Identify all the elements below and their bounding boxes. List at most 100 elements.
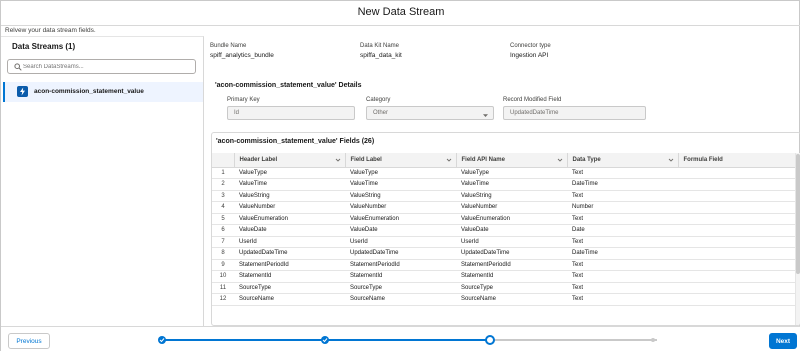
row-number-cell: 9 <box>212 259 234 271</box>
field-api-name-cell: UserId <box>456 236 567 248</box>
primary-key-field[interactable]: Id <box>227 106 355 120</box>
search-box[interactable] <box>7 59 196 74</box>
table-row[interactable]: 11 SourceType SourceType SourceType Text <box>212 282 797 294</box>
check-icon <box>159 338 165 343</box>
field-api-name-cell: SourceName <box>456 293 567 306</box>
chevron-down-icon[interactable] <box>446 157 452 163</box>
field-api-name-cell: UpdatedDateTime <box>456 247 567 260</box>
column-header-field-label[interactable]: Field Label <box>345 153 457 168</box>
column-header-formula-field[interactable]: Formula Field <box>678 153 798 168</box>
header-label-cell: SourceType <box>234 282 345 294</box>
table-row[interactable]: 12 SourceName SourceName SourceName Text <box>212 293 797 306</box>
field-label-cell: ValueNumber <box>345 201 456 214</box>
field-label-cell: SourceName <box>345 293 456 306</box>
data-type-cell: Text <box>567 213 678 225</box>
field-label-cell: SourceType <box>345 282 456 294</box>
lightning-bolt-icon <box>17 86 28 97</box>
data-type-cell: Number <box>567 201 678 214</box>
field-label-cell: UserId <box>345 236 456 248</box>
table-row[interactable]: 9 StatementPeriodId StatementPeriodId State… <box>212 259 797 271</box>
chevron-down-icon[interactable] <box>335 157 341 163</box>
header-label-cell: ValueType <box>234 167 345 179</box>
header-label-cell: ValueDate <box>234 224 345 237</box>
data-type-cell: Text <box>567 282 678 294</box>
row-number-cell: 12 <box>212 293 234 306</box>
table-row[interactable]: 2 ValueTime ValueTime ValueTime DateTime <box>212 178 797 191</box>
field-api-name-cell: ValueNumber <box>456 201 567 214</box>
bundle-name-field: Bundle Name spiff_analytics_bundle <box>210 43 274 59</box>
data-type-cell: Date <box>567 224 678 237</box>
table-row[interactable]: 4 ValueNumber ValueNumber ValueNumber Number <box>212 201 797 214</box>
field-api-name-cell: ValueType <box>456 167 567 179</box>
table-row[interactable]: 10 StatementId StatementId StatementId Text <box>212 270 797 283</box>
previous-button[interactable]: Previous <box>8 333 50 349</box>
header-label-cell: ValueTime <box>234 178 345 191</box>
chevron-down-icon[interactable] <box>668 157 674 163</box>
formula-field-cell <box>678 270 797 283</box>
table-row[interactable]: 1 ValueType ValueType ValueType Text <box>212 167 797 179</box>
progress-indicator <box>158 335 657 345</box>
bundle-name-label: Bundle Name <box>210 43 247 49</box>
connector-type-value: Ingestion API <box>510 52 549 59</box>
data-type-cell: Text <box>567 167 678 179</box>
table-row[interactable]: 3 ValueString ValueString ValueString Text <box>212 190 797 202</box>
row-number-cell: 6 <box>212 224 234 237</box>
header-label-cell: UpdatedDateTime <box>234 247 345 260</box>
footer-bar: Previous Next <box>1 326 800 351</box>
step-current-3[interactable] <box>485 335 495 345</box>
chevron-down-icon <box>483 111 488 117</box>
field-api-name-cell: StatementId <box>456 270 567 283</box>
main-content: Bundle Name spiff_analytics_bundle Data … <box>205 36 800 326</box>
header-label-cell: ValueNumber <box>234 201 345 214</box>
row-number-cell: 10 <box>212 270 234 283</box>
field-label-cell: ValueDate <box>345 224 456 237</box>
check-icon <box>322 338 328 343</box>
chevron-down-icon[interactable] <box>557 157 563 163</box>
table-row[interactable]: 7 UserId UserId UserId Text <box>212 236 797 248</box>
search-icon <box>14 63 22 71</box>
fields-title: 'acon-commission_statement_value' Fields… <box>216 138 375 145</box>
record-modified-field[interactable]: UpdatedDateTime <box>503 106 646 120</box>
column-header-field-api-name[interactable]: Field API Name <box>456 153 568 168</box>
row-number-cell: 2 <box>212 178 234 191</box>
formula-field-cell <box>678 282 797 294</box>
category-select[interactable]: Other <box>366 106 494 120</box>
step-future-4[interactable] <box>651 338 655 342</box>
field-label-cell: ValueEnumeration <box>345 213 456 225</box>
formula-field-cell <box>678 201 797 214</box>
sidebar-item-label: acon-commission_statement_value <box>34 88 144 95</box>
sidebar-item-stream[interactable]: acon-commission_statement_value <box>3 82 203 102</box>
formula-field-cell <box>678 293 797 306</box>
formula-field-cell <box>678 224 797 237</box>
formula-field-cell <box>678 190 797 202</box>
column-header-header-label[interactable]: Header Label <box>234 153 346 168</box>
field-label-cell: UpdatedDateTime <box>345 247 456 260</box>
table-row[interactable]: 8 UpdatedDateTime UpdatedDateTime UpdatedDa… <box>212 247 797 260</box>
field-label-cell: ValueType <box>345 167 456 179</box>
header-label-cell: ValueEnumeration <box>234 213 345 225</box>
search-input[interactable] <box>23 61 193 72</box>
table-body: 1 ValueType ValueType ValueType Text 2 ValueTi… <box>212 167 797 306</box>
formula-field-cell <box>678 167 797 179</box>
field-api-name-cell: ValueString <box>456 190 567 202</box>
field-label-cell: StatementPeriodId <box>345 259 456 271</box>
category-value: Other <box>373 110 389 116</box>
header-label-cell: StatementId <box>234 270 345 283</box>
step-complete-1[interactable] <box>158 336 166 344</box>
formula-field-cell <box>678 259 797 271</box>
data-type-cell: Text <box>567 190 678 202</box>
data-type-cell: Text <box>567 259 678 271</box>
scrollbar-thumb[interactable] <box>796 154 800 274</box>
header-label-cell: ValueString <box>234 190 345 202</box>
row-number-cell: 8 <box>212 247 234 260</box>
column-header-data-type[interactable]: Data Type <box>567 153 679 168</box>
formula-field-cell <box>678 178 797 191</box>
data-kit-label: Data Kit Name <box>360 43 400 49</box>
table-row[interactable]: 6 ValueDate ValueDate ValueDate Date <box>212 224 797 237</box>
field-api-name-cell: StatementPeriodId <box>456 259 567 271</box>
table-row[interactable]: 5 ValueEnumeration ValueEnumeration ValueEn… <box>212 213 797 225</box>
row-number-header <box>212 153 235 168</box>
next-button[interactable]: Next <box>769 333 797 349</box>
step-complete-2[interactable] <box>321 336 329 344</box>
data-type-cell: Text <box>567 236 678 248</box>
